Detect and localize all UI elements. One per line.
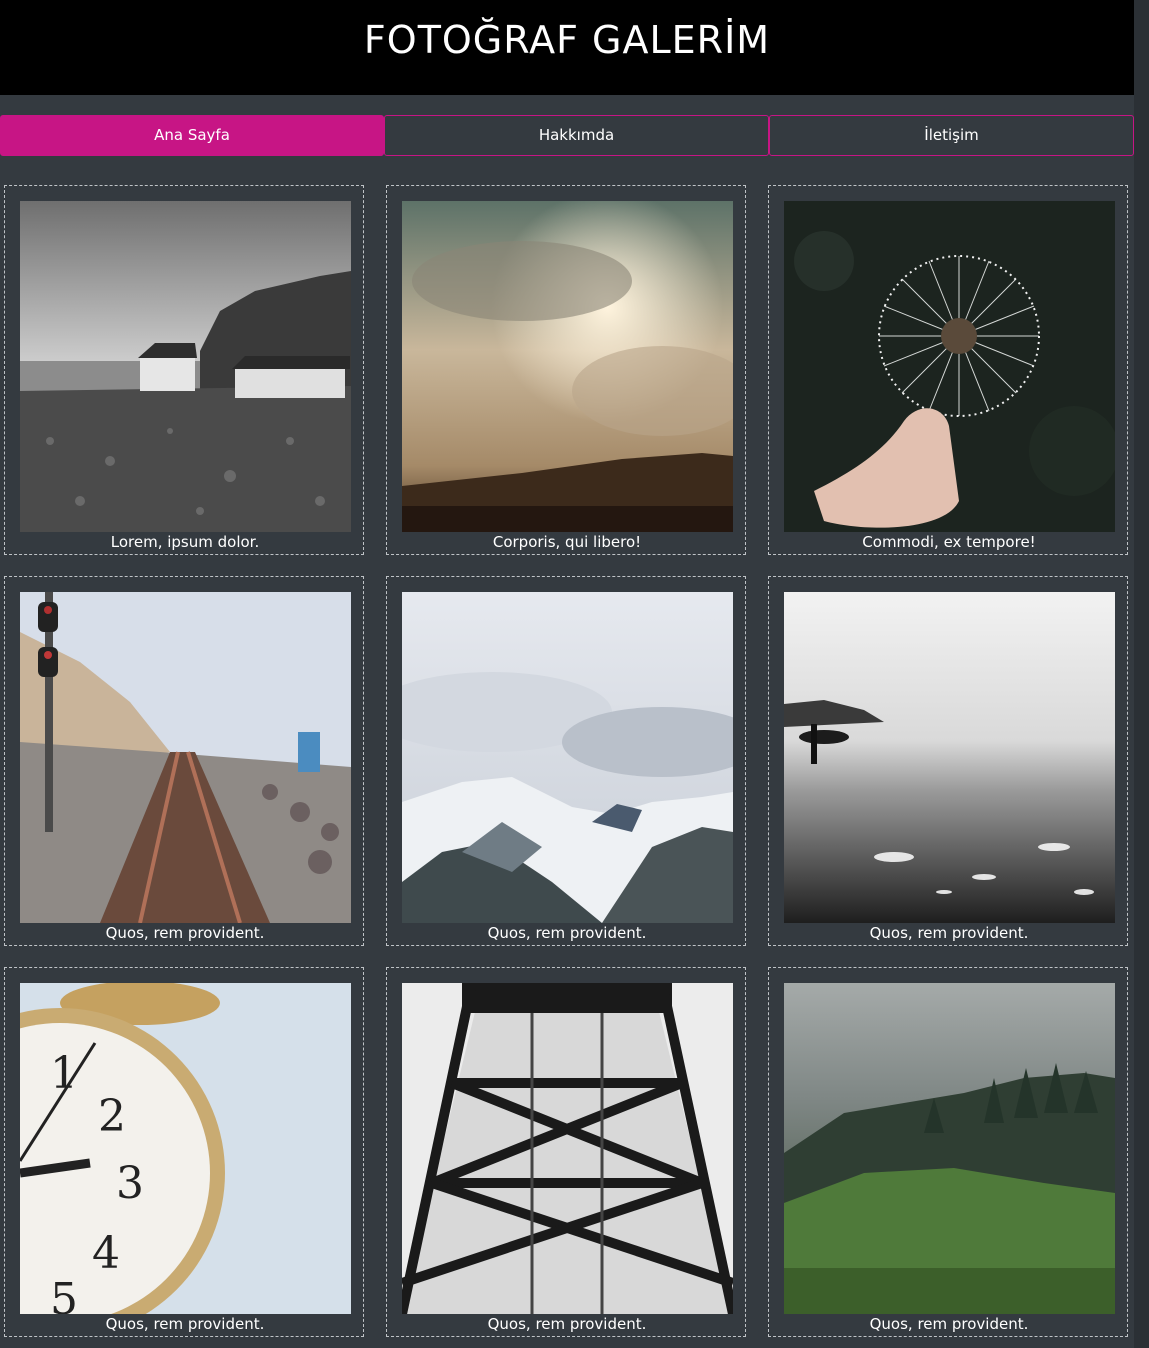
dandelion-image [784,201,1115,532]
page-title: FOTOĞRAF GALERİM [363,18,771,62]
svg-text:3: 3 [116,1158,144,1209]
misty-forest-image [784,983,1115,1314]
photo-coastal-houses[interactable] [20,201,351,532]
photo-caption: Quos, rem provident. [869,1315,1029,1333]
site-header: FOTOĞRAF GALERİM [0,0,1134,95]
gallery-card[interactable]: Quos, rem provident. [386,576,746,946]
svg-text:2: 2 [98,1091,126,1142]
scrollbar-track[interactable] [1134,0,1149,1348]
nav-item-ana-sayfa[interactable]: Ana Sayfa [0,115,384,156]
photo-caption: Quos, rem provident. [105,924,265,942]
gallery-card[interactable]: Quos, rem provident. [4,576,364,946]
nav-item-hakkimda[interactable]: Hakkımda [384,115,769,156]
photo-misty-forest[interactable] [784,983,1115,1314]
photo-steel-bridge[interactable] [402,983,733,1314]
main-nav: Ana Sayfa Hakkımda İletişim [0,115,1134,156]
gallery-card[interactable]: Quos, rem provident. [768,967,1128,1337]
photo-alarm-clock[interactable]: 1 2 3 4 5 [20,983,351,1314]
gallery-card[interactable]: Lorem, ipsum dolor. [4,185,364,555]
sunlit-clouds-image [402,201,733,532]
alarm-clock-image: 1 2 3 4 5 [20,983,351,1314]
surfer-beach-image [784,592,1115,923]
photo-caption: Commodi, ex tempore! [862,533,1036,551]
page: FOTOĞRAF GALERİM Ana Sayfa Hakkımda İlet… [0,0,1134,1348]
photo-caption: Quos, rem provident. [487,924,647,942]
svg-text:5: 5 [50,1274,78,1314]
photo-snowy-mountains[interactable] [402,592,733,923]
gallery-card[interactable]: Commodi, ex tempore! [768,185,1128,555]
coastal-houses-image [20,201,351,532]
gallery-card[interactable]: Corporis, qui libero! [386,185,746,555]
steel-bridge-image [402,983,733,1314]
gallery-card[interactable]: Quos, rem provident. [386,967,746,1337]
photo-caption: Quos, rem provident. [869,924,1029,942]
photo-dandelion[interactable] [784,201,1115,532]
photo-caption: Quos, rem provident. [487,1315,647,1333]
svg-text:4: 4 [92,1228,120,1279]
photo-railway[interactable] [20,592,351,923]
photo-caption: Quos, rem provident. [105,1315,265,1333]
gallery-card[interactable]: Quos, rem provident. [768,576,1128,946]
snowy-mountains-image [402,592,733,923]
photo-surfer-beach[interactable] [784,592,1115,923]
gallery-card[interactable]: 1 2 3 4 5 Quos, rem provident. [4,967,364,1337]
photo-caption: Lorem, ipsum dolor. [110,533,260,551]
photo-caption: Corporis, qui libero! [492,533,642,551]
photo-sunlit-clouds[interactable] [402,201,733,532]
nav-item-iletisim[interactable]: İletişim [769,115,1134,156]
railway-image [20,592,351,923]
